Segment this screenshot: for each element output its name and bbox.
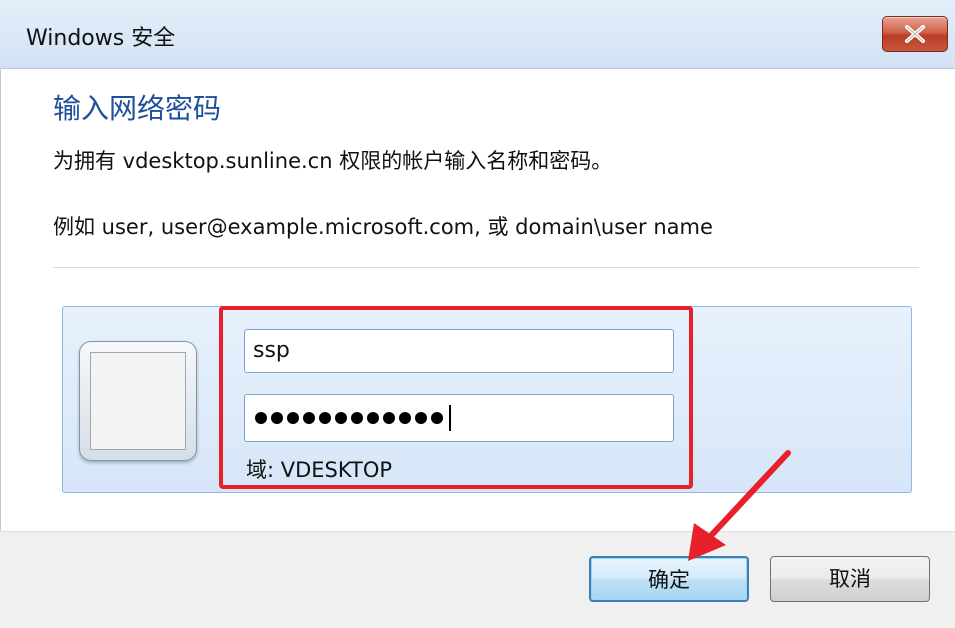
close-button[interactable]: [882, 16, 948, 52]
red-arrow-annotation: [688, 450, 791, 561]
dialog-example: 例如 user, user@example.microsoft.com, 或 d…: [53, 215, 713, 239]
title-bar: Windows 安全: [0, 0, 955, 69]
close-icon: [905, 25, 925, 43]
divider: [53, 267, 919, 268]
window-title: Windows 安全: [26, 26, 176, 51]
avatar-picture: [90, 352, 186, 450]
dialog-heading: 输入网络密码: [53, 92, 222, 125]
dialog-footer: 确定 取消: [0, 531, 955, 628]
user-avatar: [79, 341, 197, 461]
red-highlight-box: [219, 306, 693, 489]
dialog-description: 为拥有 vdesktop.sunline.cn 权限的帐户输入名称和密码。: [53, 149, 613, 173]
